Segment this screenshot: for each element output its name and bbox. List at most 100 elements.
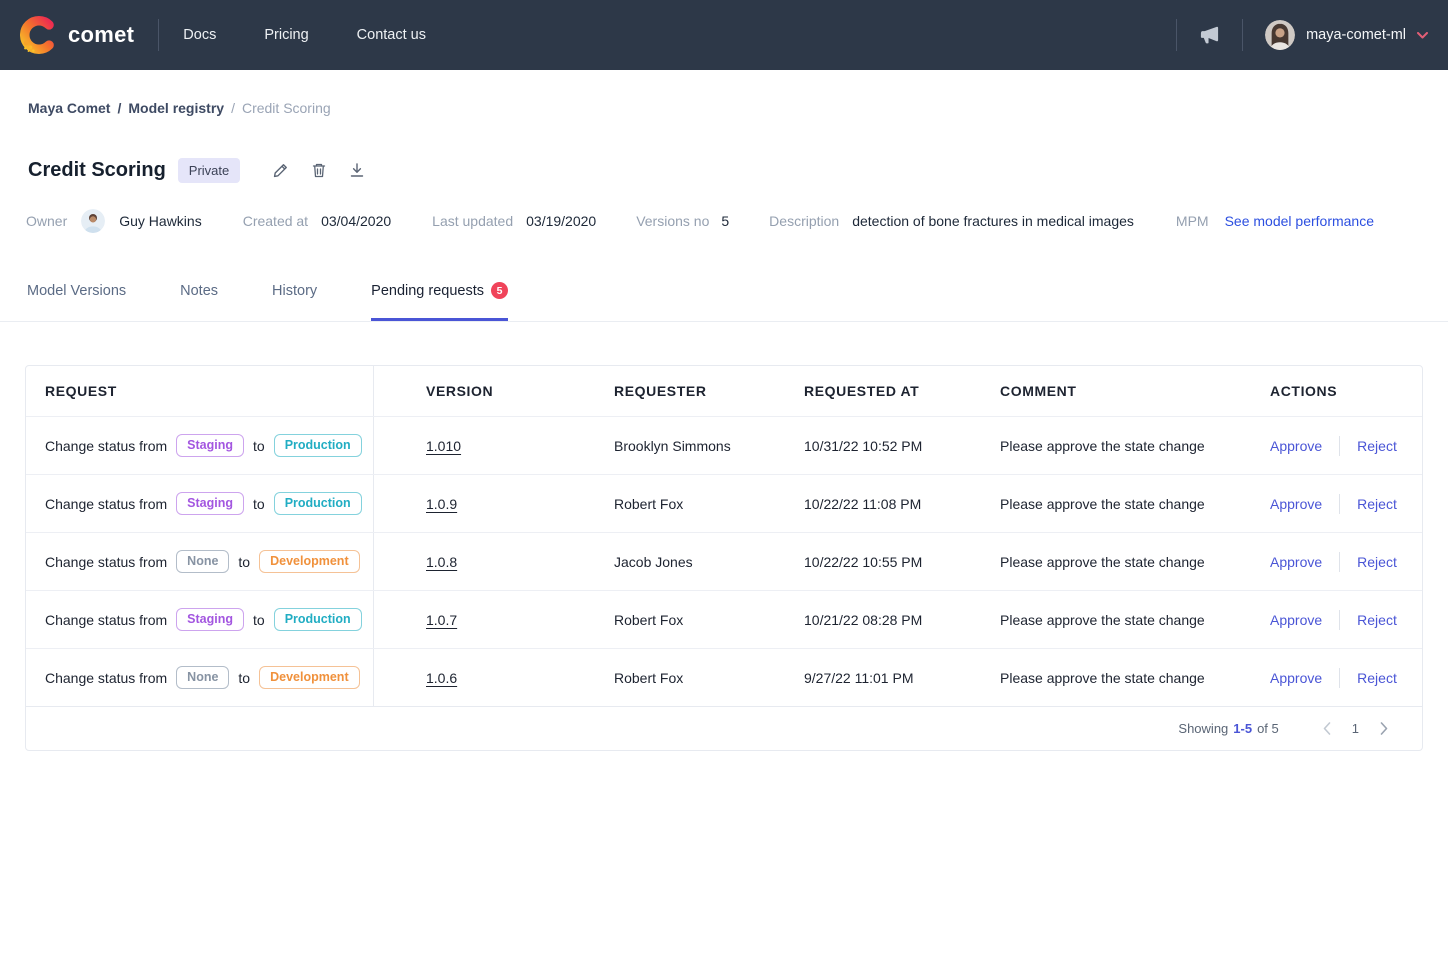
approve-button[interactable]: Approve	[1270, 554, 1322, 570]
owner-label: Owner	[26, 213, 67, 229]
status-badge-to: Development	[259, 666, 360, 689]
nav-right: maya-comet-ml	[1154, 19, 1428, 51]
requester-cell: Jacob Jones	[614, 554, 804, 570]
actions-cell: Approve Reject	[1270, 552, 1422, 572]
requested-at-cell: 10/21/22 08:28 PM	[804, 612, 1000, 628]
brand-name: comet	[68, 22, 134, 48]
tab-label: History	[272, 283, 317, 299]
col-header-request: Request	[26, 366, 374, 416]
status-badge-to: Production	[274, 492, 362, 515]
status-badge-from: Staging	[176, 434, 244, 457]
delete-trash-icon[interactable]	[311, 162, 327, 179]
reject-button[interactable]: Reject	[1357, 496, 1397, 512]
nav-divider	[1242, 19, 1243, 51]
tab-model-versions[interactable]: Model Versions	[27, 283, 126, 321]
user-avatar	[1265, 20, 1295, 50]
comment-cell: Please approve the state change	[1000, 670, 1270, 686]
tab-label: Notes	[180, 283, 218, 299]
showing-range: 1-5	[1233, 721, 1252, 736]
table-row: Change status from None to Development 1…	[26, 648, 1422, 706]
request-connector: to	[253, 612, 265, 628]
breadcrumb-model-registry[interactable]: Model registry	[128, 100, 224, 116]
reject-button[interactable]: Reject	[1357, 554, 1397, 570]
version-link[interactable]: 1.010	[426, 438, 461, 454]
col-header-comment: Comment	[1000, 383, 1270, 399]
requested-at-cell: 10/31/22 10:52 PM	[804, 438, 1000, 454]
actions-cell: Approve Reject	[1270, 436, 1422, 456]
user-name: maya-comet-ml	[1306, 27, 1406, 43]
pending-requests-table: Request Version Requester Requested at C…	[25, 365, 1423, 751]
private-badge: Private	[178, 158, 240, 183]
top-navbar: comet Docs Pricing Contact us	[0, 0, 1448, 70]
user-menu[interactable]: maya-comet-ml	[1265, 20, 1428, 50]
next-page-icon[interactable]	[1380, 722, 1388, 735]
breadcrumb-current: Credit Scoring	[242, 100, 331, 116]
created-at-label: Created at	[243, 213, 308, 229]
request-prefix: Change status from	[45, 670, 167, 686]
nav-links: Docs Pricing Contact us	[183, 27, 426, 43]
requested-at-cell: 9/27/22 11:01 PM	[804, 670, 1000, 686]
version-link[interactable]: 1.0.6	[426, 670, 457, 686]
mpm-label: MPM	[1176, 213, 1209, 229]
status-badge-from: None	[176, 666, 229, 689]
status-badge-to: Production	[274, 608, 362, 631]
status-badge-to: Development	[259, 550, 360, 573]
prev-page-icon[interactable]	[1323, 722, 1331, 735]
status-badge-from: Staging	[176, 608, 244, 631]
comet-logo[interactable]: comet	[20, 16, 134, 54]
tab-label: Model Versions	[27, 283, 126, 299]
request-connector: to	[253, 496, 265, 512]
tab-history[interactable]: History	[272, 283, 317, 321]
edit-pencil-icon[interactable]	[272, 162, 289, 179]
request-connector: to	[238, 554, 250, 570]
breadcrumb: Maya Comet / Model registry / Credit Sco…	[0, 70, 1448, 116]
updated-group: Last updated 03/19/2020	[432, 213, 596, 229]
versions-group: Versions no 5	[636, 213, 729, 229]
chevron-down-icon	[1417, 32, 1428, 39]
approve-button[interactable]: Approve	[1270, 670, 1322, 686]
nav-link-pricing[interactable]: Pricing	[264, 27, 308, 43]
requester-cell: Robert Fox	[614, 612, 804, 628]
request-cell: Change status from Staging to Production	[26, 475, 374, 532]
actions-cell: Approve Reject	[1270, 668, 1422, 688]
owner-name: Guy Hawkins	[119, 213, 201, 229]
nav-link-contact-us[interactable]: Contact us	[357, 27, 426, 43]
reject-button[interactable]: Reject	[1357, 670, 1397, 686]
title-row: Credit Scoring Private	[0, 116, 1448, 183]
requester-cell: Robert Fox	[614, 670, 804, 686]
tab-pending-requests[interactable]: Pending requests 5	[371, 282, 508, 321]
version-link[interactable]: 1.0.7	[426, 612, 457, 628]
see-model-performance-link[interactable]: See model performance	[1225, 213, 1374, 229]
approve-button[interactable]: Approve	[1270, 438, 1322, 454]
version-link[interactable]: 1.0.8	[426, 554, 457, 570]
showing-of: of 5	[1257, 721, 1279, 736]
breadcrumb-separator: /	[231, 100, 235, 116]
table-row: Change status from Staging to Production…	[26, 416, 1422, 474]
breadcrumb-workspace[interactable]: Maya Comet	[28, 100, 110, 116]
nav-link-docs[interactable]: Docs	[183, 27, 216, 43]
approve-button[interactable]: Approve	[1270, 496, 1322, 512]
nav-divider	[158, 19, 159, 51]
pager: 1	[1323, 721, 1388, 736]
tab-notes[interactable]: Notes	[180, 283, 218, 321]
reject-button[interactable]: Reject	[1357, 612, 1397, 628]
request-cell: Change status from Staging to Production	[26, 591, 374, 648]
request-cell: Change status from None to Development	[26, 649, 374, 706]
request-prefix: Change status from	[45, 496, 167, 512]
status-badge-from: None	[176, 550, 229, 573]
model-meta-row: Owner Guy Hawkins Created at 03/04/2020 …	[0, 183, 1448, 233]
announcements-megaphone-icon[interactable]	[1199, 25, 1220, 45]
col-header-actions: Actions	[1270, 383, 1422, 399]
actions-cell: Approve Reject	[1270, 610, 1422, 630]
table-footer: Showing 1-5 of 5 1	[26, 706, 1422, 750]
status-badge-to: Production	[274, 434, 362, 457]
approve-button[interactable]: Approve	[1270, 612, 1322, 628]
actions-cell: Approve Reject	[1270, 494, 1422, 514]
download-icon[interactable]	[349, 162, 365, 179]
comment-cell: Please approve the state change	[1000, 612, 1270, 628]
tab-bar: Model Versions Notes History Pending req…	[0, 275, 1448, 322]
version-link[interactable]: 1.0.9	[426, 496, 457, 512]
reject-button[interactable]: Reject	[1357, 438, 1397, 454]
page-number[interactable]: 1	[1352, 721, 1359, 736]
breadcrumb-separator: /	[117, 100, 121, 116]
